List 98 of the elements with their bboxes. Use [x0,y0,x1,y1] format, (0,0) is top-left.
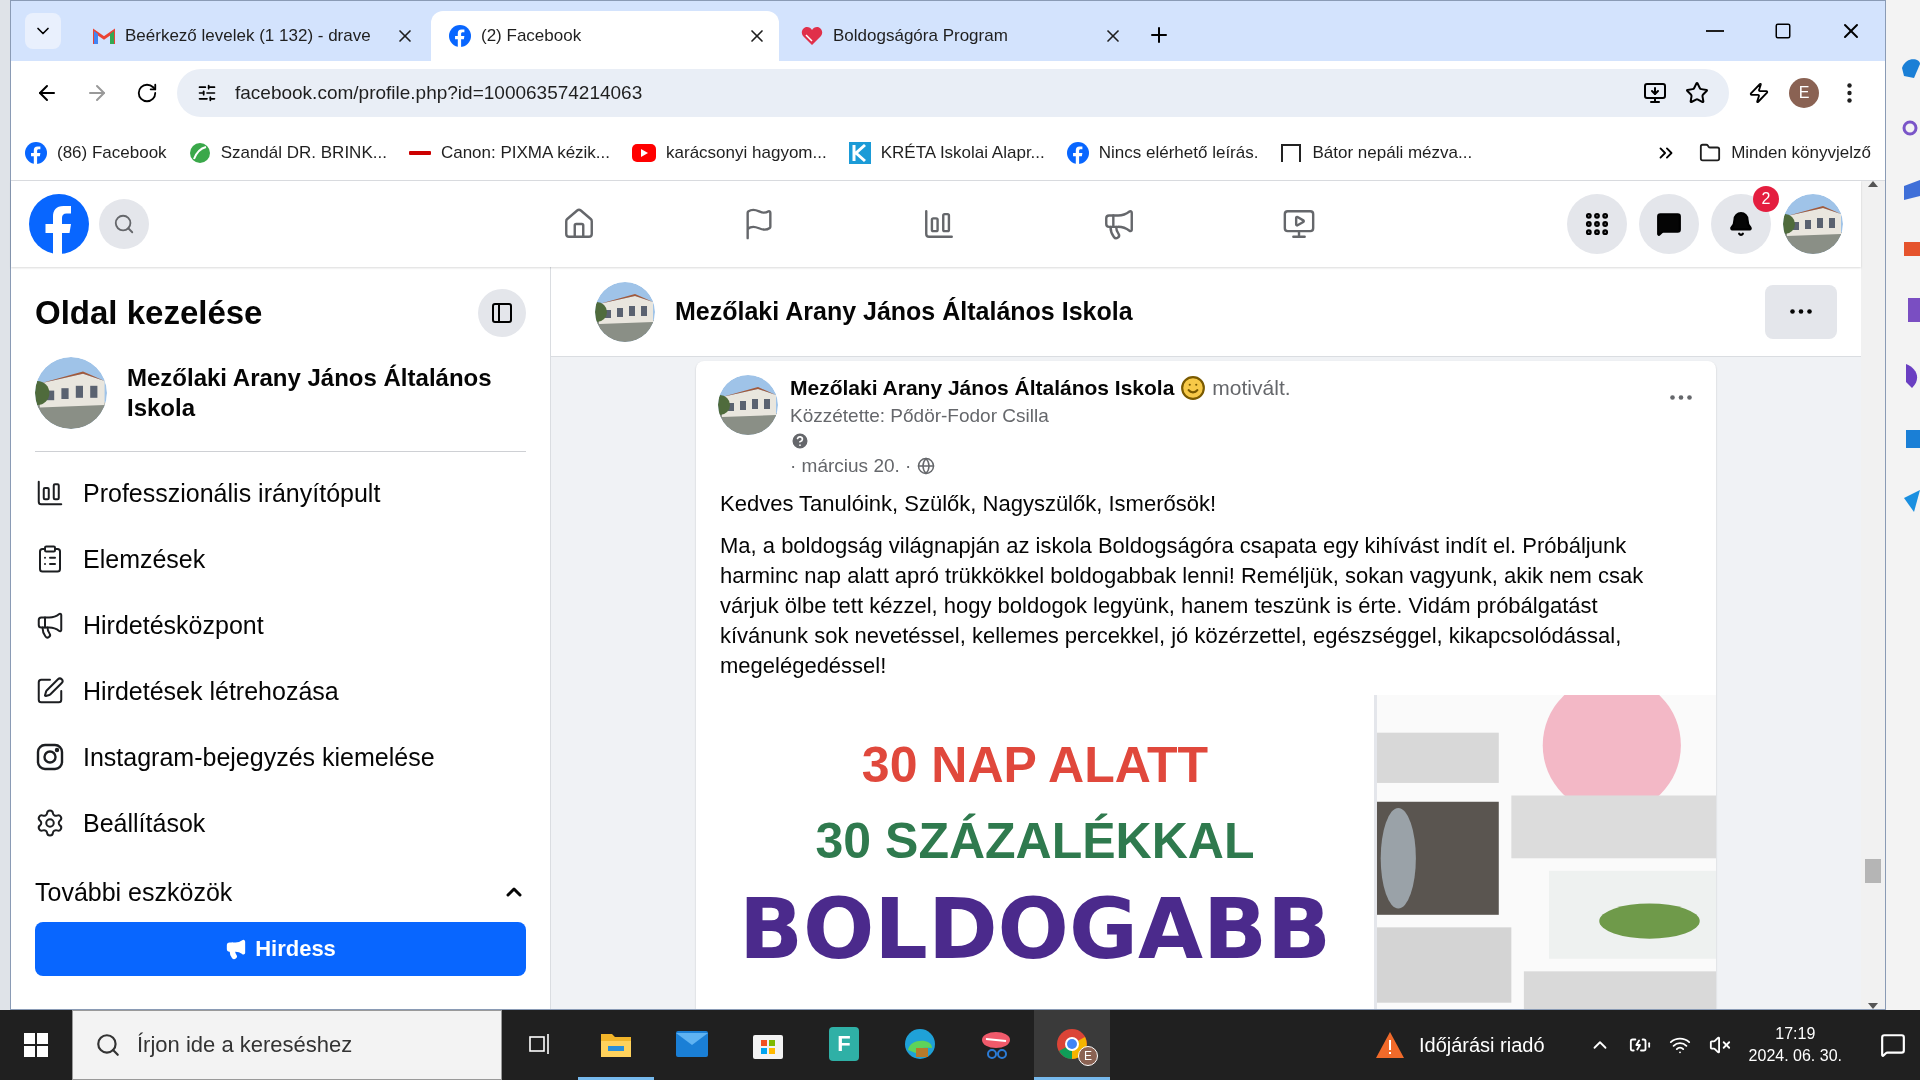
windows-icon [24,1033,48,1057]
messenger-button[interactable] [1639,194,1699,254]
page-name[interactable]: Mezőlaki Arany János Általános Iskola [127,363,526,423]
search-icon [1902,120,1920,138]
taskbar-app[interactable]: E [1034,1010,1110,1080]
app-icon: F [829,1026,859,1061]
post-text: Ma, a boldogság világnapján az iskola Boldogságóra csapata egy kihívást indít el. Próbáljunk harminc nap alatt apró trükkökkel boldogabbak lenni! Reméljük, sokan vagyunk, akik nem csak várjuk ölbe tett kézzel, hogy boldogok legyünk, hanem teszünk is érte. Vidám próbálgatást kívánunk sok nevetéssel, kellemes percekkel, jó közérzettel, egészséggel, kikapcsolódással, megelégedéssel! [719,532,1645,680]
address-bar[interactable]: facebook.com/profile.php?id=100063574214063 [177,69,1729,117]
mail-icon [93,27,115,45]
help-icon[interactable] [790,431,810,451]
poster-text: 30 SZÁZALÉKKAL [815,812,1255,871]
smiley-icon [1180,375,1207,401]
panel-icon [490,301,514,325]
camera-icon [35,742,65,772]
bookmark-link[interactable]: Canon: PIXMA kézik... [408,142,611,163]
mail-icon [676,1030,708,1057]
app-icon [1906,430,1920,448]
globe-icon [917,457,936,475]
bell-icon [1728,211,1754,237]
app-icon [1902,56,1920,78]
settings-icon [35,808,65,838]
promote-button[interactable]: Hirdess [35,922,526,976]
bookmark-link[interactable]: KRÉTA Iskolai Alapr... [848,141,1045,164]
poster-text: 30 NAP ALATT [861,736,1209,795]
sidebar-title: Oldal kezelése [35,294,263,332]
more-tools-toggle[interactable]: További eszközök [35,862,526,922]
feeling-text: motivált. [1212,376,1291,400]
edit-icon [35,676,65,706]
play-icon [632,143,657,162]
sidebar-item[interactable]: Elemzések [35,526,526,592]
send-icon [1904,490,1920,512]
sidebar-item[interactable]: Hirdetések létrehozása [35,658,526,724]
search-icon [113,213,135,235]
browser-tab[interactable]: (2) Facebook [431,11,779,61]
grid-icon [1583,210,1611,238]
volume-icon[interactable] [1708,1034,1731,1056]
notifications-icon[interactable] [1880,1032,1906,1058]
clock[interactable]: 17:19 2024. 06. 30. [1748,1023,1842,1067]
install-icon[interactable] [1643,81,1667,105]
edge-icon [904,1027,936,1060]
posted-by: Közzétette: Pődör-Fodor Csilla [790,405,1050,427]
browser-tab[interactable]: Boldogságóra Program [783,11,1135,61]
profile-badge: E [1078,1045,1098,1066]
menu-icon [1846,83,1852,103]
facebook-icon [25,141,47,164]
reload-icon [136,82,158,104]
bookmark-link[interactable]: (86) Facebook [25,141,167,164]
collapse-sidebar-button[interactable] [478,289,526,337]
site-settings-icon [197,83,217,103]
post-author[interactable]: Mezőlaki Arany János Általános Iskola [790,376,1175,400]
bookmark-link[interactable]: Nincs elérhető leírás. [1066,141,1259,164]
megaphone-icon [1102,207,1136,241]
more-icon[interactable] [1670,395,1692,400]
sidebar-item[interactable]: Hirdetésközpont [35,592,526,658]
menu-button[interactable] [1567,194,1627,254]
lightning-icon [1748,82,1770,104]
app-icon [1906,364,1920,388]
leaf-icon [188,141,211,164]
maximize-icon [1774,22,1792,40]
folder-icon [1699,141,1722,164]
profile-button[interactable]: E [1789,78,1819,108]
post-date[interactable]: · március 20. · [790,455,912,477]
megaphone-icon [225,938,248,960]
sidebar-item[interactable]: Instagram-bejegyzés kiemelése [35,724,526,790]
messenger-icon [1656,211,1682,237]
chart-icon [35,478,65,508]
bookmark-link[interactable]: karácsonyi hagyom... [632,142,827,163]
chart-icon [922,207,956,241]
tag-icon [1904,180,1920,200]
bookmark-link[interactable]: Szandál DR. BRINK... [188,141,387,164]
facebook-logo [29,194,89,254]
megaphone-icon [35,610,65,640]
facebook-icon [449,25,471,47]
poster-text: BOLDOGABB [738,879,1332,979]
facebook-icon [1066,141,1089,164]
video-icon [1282,207,1316,241]
search-button[interactable] [99,199,149,249]
post-greeting: Kedves Tanulóink, Szülők, Nagyszülők, Ismerősök! [719,490,1218,518]
heart-icon [801,26,823,46]
browser-tab[interactable]: Beérkező levelek (1 132) - drave [75,11,427,61]
more-icon [1790,309,1812,314]
all-bookmarks-link[interactable]: Minden könyvjelző [1699,141,1871,164]
notification-badge: 2 [1753,186,1779,212]
notifications-button[interactable] [1711,194,1771,254]
scrollbar-thumb[interactable] [1865,859,1881,883]
minimize-icon [1706,30,1724,32]
bookmark-link[interactable]: Bátor nepáli mézva... [1280,142,1473,163]
search-icon [95,1032,121,1058]
bookmark-star-icon[interactable] [1685,81,1709,105]
home-icon [562,207,596,241]
scroll-up-icon[interactable] [1868,181,1878,187]
warning-icon [1374,1031,1405,1059]
sidebar-item[interactable]: Beállítások [35,790,526,856]
sidebar-item[interactable]: Professzionális irányítópult [35,460,526,526]
weather-alert[interactable]: Időjárási riadó [1368,1030,1551,1060]
logo-icon [848,141,871,164]
frame-icon [1280,142,1303,163]
taskbar-search-field[interactable]: Írjon ide a kereséshez [72,1010,502,1080]
